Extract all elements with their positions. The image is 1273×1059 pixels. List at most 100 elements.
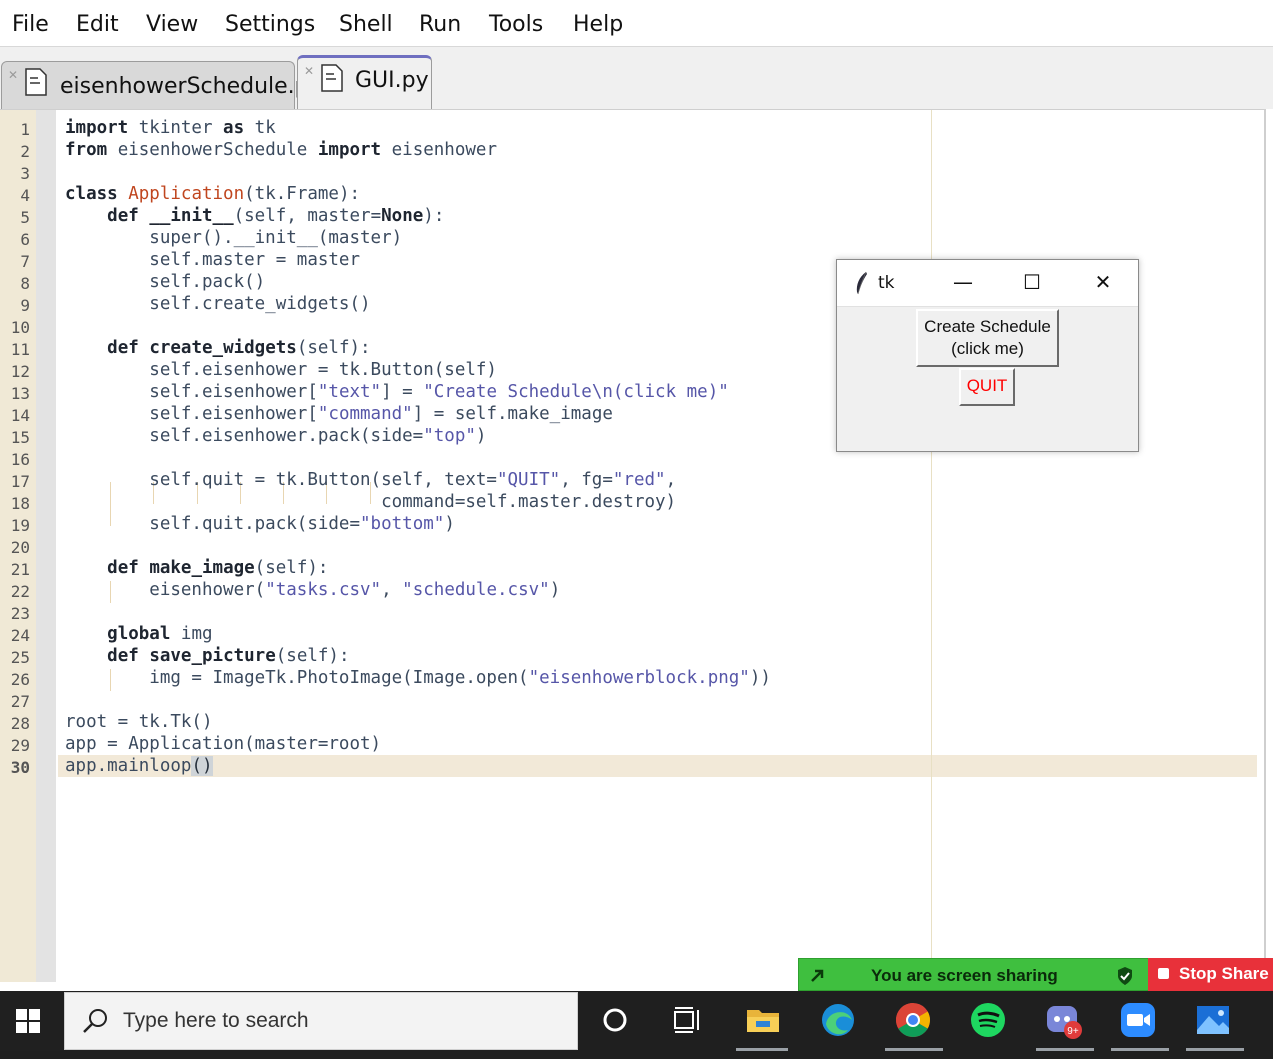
menu-help[interactable]: Help bbox=[573, 12, 623, 37]
discord-icon[interactable]: 9+ bbox=[1043, 1000, 1083, 1040]
shield-check-icon bbox=[1118, 967, 1132, 985]
running-indicator bbox=[1186, 1048, 1244, 1051]
code-line-2: from eisenhowerSchedule import eisenhowe… bbox=[65, 140, 497, 160]
line-number: 30 bbox=[10, 758, 30, 777]
line-number: 17 bbox=[10, 472, 30, 491]
notification-badge: 9+ bbox=[1067, 1026, 1079, 1037]
spotify-icon[interactable] bbox=[968, 1000, 1008, 1040]
line-number: 6 bbox=[20, 230, 30, 249]
tk-title-bar[interactable]: tk — ☐ ✕ bbox=[837, 260, 1138, 307]
code-line-7: self.master = master bbox=[65, 250, 361, 270]
code-line-25: def save_picture(self): bbox=[107, 646, 350, 666]
tab-label: GUI.py bbox=[355, 68, 429, 93]
tab-label: eisenhowerSchedule.py bbox=[60, 74, 322, 99]
menu-bar: File Edit View Settings Shell Run Tools … bbox=[0, 6, 1273, 47]
screen-share-status: You are screen sharing bbox=[798, 958, 1149, 991]
menu-run[interactable]: Run bbox=[419, 12, 461, 37]
start-button[interactable] bbox=[0, 991, 63, 1051]
line-number: 19 bbox=[10, 516, 30, 535]
tab-strip: ✕ eisenhowerSchedule.py ✕ GUI.py bbox=[0, 47, 1273, 109]
search-box[interactable]: Type here to search bbox=[64, 992, 578, 1050]
running-indicator bbox=[1111, 1048, 1169, 1051]
code-line-11: def create_widgets(self): bbox=[107, 338, 371, 358]
edge-icon[interactable] bbox=[818, 1000, 858, 1040]
code-line-13: self.eisenhower["text"] = "Create Schedu… bbox=[65, 382, 729, 402]
fold-margin bbox=[36, 110, 56, 982]
task-view-icon[interactable] bbox=[667, 1000, 707, 1040]
photos-icon[interactable] bbox=[1193, 1000, 1233, 1040]
editor-scrollbar[interactable] bbox=[1264, 109, 1266, 981]
menu-shell[interactable]: Shell bbox=[339, 12, 393, 37]
file-explorer-icon[interactable] bbox=[743, 1000, 783, 1040]
code-line-30: app.mainloop() bbox=[65, 756, 213, 776]
code-line-14: self.eisenhower["command"] = self.make_i… bbox=[65, 404, 613, 424]
current-line-highlight bbox=[58, 755, 1257, 777]
minimize-icon[interactable]: — bbox=[948, 270, 978, 296]
tab-eisenhowerschedule[interactable]: ✕ eisenhowerSchedule.py bbox=[1, 61, 322, 109]
running-indicator bbox=[885, 1048, 943, 1051]
feather-icon bbox=[856, 271, 867, 295]
tab-close-icon[interactable]: ✕ bbox=[304, 64, 314, 78]
code-line-21: def make_image(self): bbox=[107, 558, 329, 578]
running-indicator bbox=[736, 1048, 788, 1051]
line-number: 29 bbox=[10, 736, 30, 755]
line-number: 26 bbox=[10, 670, 30, 689]
line-number: 22 bbox=[10, 582, 30, 601]
screen-share-message: You are screen sharing bbox=[871, 966, 1058, 985]
menu-settings[interactable]: Settings bbox=[225, 12, 315, 37]
line-number: 21 bbox=[10, 560, 30, 579]
create-schedule-button[interactable]: Create Schedule (click me) bbox=[916, 309, 1059, 367]
running-indicator bbox=[1036, 1048, 1094, 1051]
search-placeholder: Type here to search bbox=[123, 1009, 309, 1032]
chrome-icon[interactable] bbox=[893, 1000, 933, 1040]
code-line-4: class Application(tk.Frame): bbox=[65, 184, 361, 204]
button-label: (click me) bbox=[951, 339, 1024, 358]
document-icon bbox=[321, 64, 343, 92]
line-number: 7 bbox=[20, 252, 30, 271]
menu-file[interactable]: File bbox=[12, 12, 49, 37]
code-line-18: command=self.master.destroy) bbox=[65, 492, 677, 512]
line-number: 18 bbox=[10, 494, 30, 513]
line-number: 12 bbox=[10, 362, 30, 381]
code-line-26: img = ImageTk.PhotoImage(Image.open("eis… bbox=[65, 668, 771, 688]
line-number: 14 bbox=[10, 406, 30, 425]
stop-share-button[interactable]: Stop Share bbox=[1148, 958, 1273, 991]
code-line-1: import tkinter as tk bbox=[65, 118, 276, 138]
code-line-9: self.create_widgets() bbox=[65, 294, 371, 314]
arrow-up-icon[interactable] bbox=[809, 966, 827, 984]
line-number: 11 bbox=[10, 340, 30, 359]
close-icon[interactable]: ✕ bbox=[1088, 270, 1118, 296]
line-number: 23 bbox=[10, 604, 30, 623]
taskbar: Type here to search 9+ bbox=[0, 991, 1273, 1059]
code-line-24: global img bbox=[107, 624, 213, 644]
line-number: 8 bbox=[20, 274, 30, 293]
quit-button[interactable]: QUIT bbox=[959, 368, 1015, 406]
line-number: 16 bbox=[10, 450, 30, 469]
screen-share-bar: You are screen sharing Stop Share bbox=[798, 958, 1273, 991]
maximize-icon[interactable]: ☐ bbox=[1017, 270, 1047, 296]
windows-icon bbox=[16, 1009, 40, 1033]
code-line-5: def __init__(self, master=None): bbox=[107, 206, 445, 226]
code-line-8: self.pack() bbox=[65, 272, 266, 292]
tab-gui[interactable]: ✕ GUI.py bbox=[297, 55, 432, 109]
line-number: 1 bbox=[20, 120, 30, 139]
code-line-28: root = tk.Tk() bbox=[65, 712, 213, 732]
code-editor[interactable]: 1 2 3 4 5 6 7 8 9 10 11 12 13 14 15 16 1… bbox=[0, 109, 1266, 982]
line-number: 15 bbox=[10, 428, 30, 447]
line-number: 4 bbox=[20, 186, 30, 205]
line-number: 13 bbox=[10, 384, 30, 403]
zoom-icon[interactable] bbox=[1118, 1000, 1158, 1040]
menu-edit[interactable]: Edit bbox=[76, 12, 119, 37]
line-number: 24 bbox=[10, 626, 30, 645]
menu-tools[interactable]: Tools bbox=[489, 12, 543, 37]
code-line-6: super().__init__(master) bbox=[65, 228, 403, 248]
cortana-icon[interactable] bbox=[595, 1000, 635, 1040]
stop-icon bbox=[1158, 968, 1169, 979]
button-label: Create Schedule bbox=[924, 317, 1051, 336]
code-line-29: app = Application(master=root) bbox=[65, 734, 382, 754]
line-number: 5 bbox=[20, 208, 30, 227]
menu-view[interactable]: View bbox=[146, 12, 198, 37]
stop-share-label: Stop Share bbox=[1179, 964, 1269, 983]
tab-close-icon[interactable]: ✕ bbox=[8, 68, 18, 82]
search-icon bbox=[83, 1009, 107, 1033]
